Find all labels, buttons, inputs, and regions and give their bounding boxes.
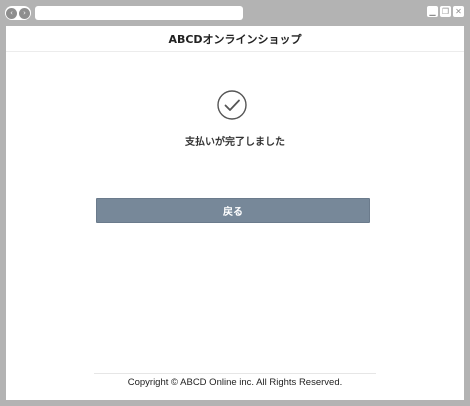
- back-button[interactable]: 戻る: [96, 198, 370, 223]
- restore-icon[interactable]: ❐: [440, 6, 451, 17]
- site-header: ABCDオンラインショップ: [6, 26, 464, 52]
- browser-toolbar: ‹ › ▁ ❐ ✕: [0, 0, 470, 26]
- window-controls: ▁ ❐ ✕: [427, 6, 464, 17]
- back-arrow-icon[interactable]: ‹: [6, 7, 17, 19]
- minimize-icon[interactable]: ▁: [427, 6, 438, 17]
- close-icon[interactable]: ✕: [453, 6, 464, 17]
- forward-arrow-icon[interactable]: ›: [19, 7, 30, 19]
- navigation-buttons: ‹ ›: [5, 6, 31, 20]
- payment-complete-message: 支払いが完了しました: [185, 137, 285, 148]
- address-bar[interactable]: [35, 6, 243, 20]
- browser-window: ‹ › ▁ ❐ ✕ ABCDオンラインショップ 支払いが完了しました 戻る Co…: [0, 0, 470, 406]
- page-viewport: ABCDオンラインショップ 支払いが完了しました 戻る Copyright © …: [6, 26, 464, 400]
- check-circle-icon: [217, 90, 247, 120]
- footer-copyright: Copyright © ABCD Online inc. All Rights …: [94, 373, 376, 388]
- site-title: ABCDオンラインショップ: [168, 32, 302, 46]
